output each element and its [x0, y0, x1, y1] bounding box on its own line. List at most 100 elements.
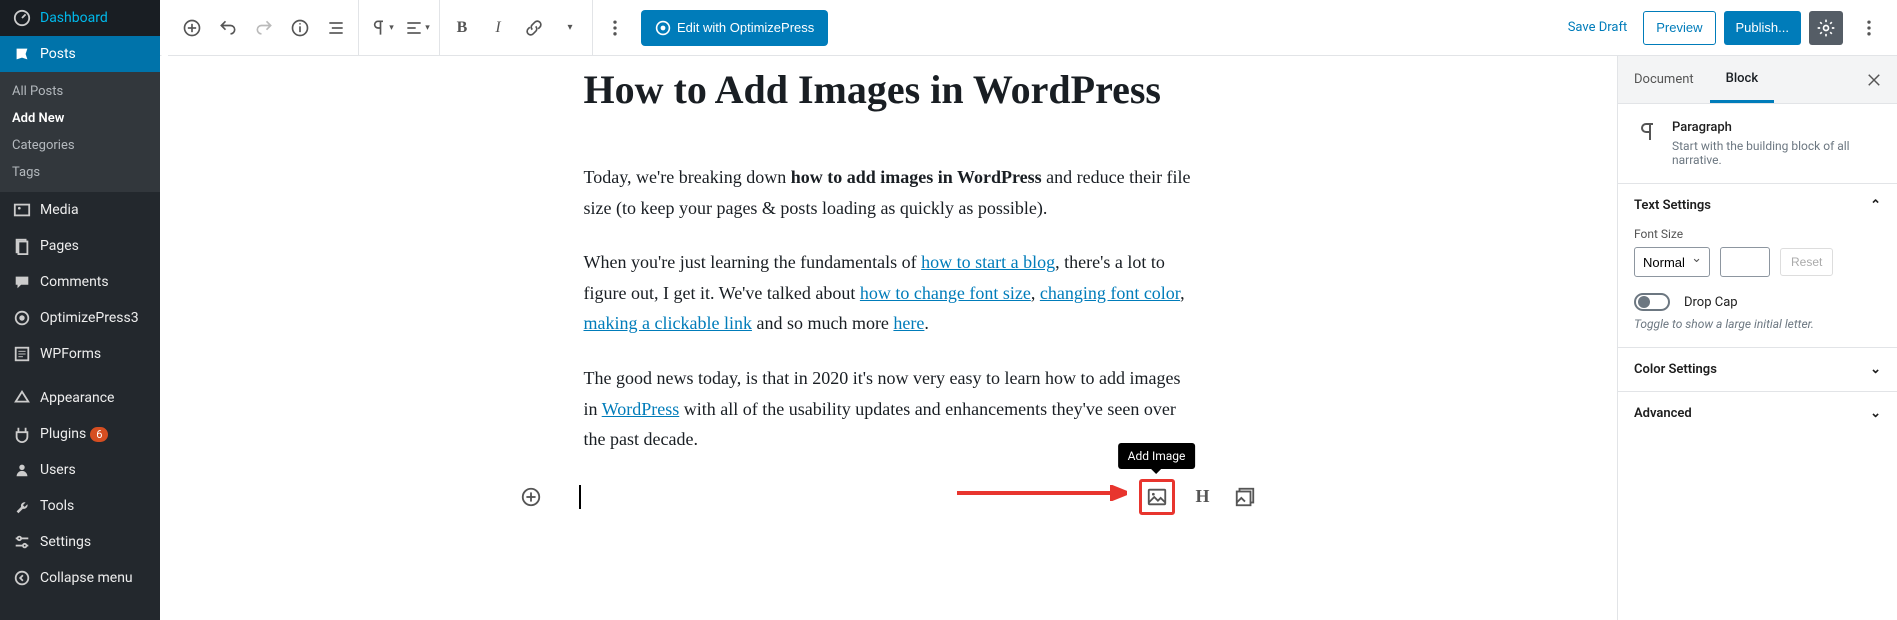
add-image-block-button[interactable] [1139, 479, 1175, 515]
drop-cap-label: Drop Cap [1684, 295, 1738, 310]
link-button[interactable] [516, 10, 552, 46]
block-name: Paragraph [1672, 120, 1881, 135]
sidebar-item-media[interactable]: Media [0, 192, 160, 228]
settings-gear-button[interactable] [1809, 11, 1843, 45]
sidebar-label: Posts [40, 46, 76, 62]
optimizepress-logo-icon [655, 20, 671, 36]
sidebar-item-plugins[interactable]: Plugins 6 [0, 416, 160, 452]
plugins-update-count: 6 [90, 427, 108, 442]
sidebar-item-tools[interactable]: Tools [0, 488, 160, 524]
outline-button[interactable] [318, 10, 354, 46]
font-size-reset-button[interactable]: Reset [1780, 248, 1833, 276]
add-gallery-block-button[interactable] [1231, 483, 1259, 511]
sidebar-label: Tools [40, 498, 74, 514]
appearance-icon [12, 388, 32, 408]
sidebar-item-settings[interactable]: Settings [0, 524, 160, 560]
block-appender-row: Add Image H [519, 479, 1259, 515]
link[interactable]: how to change font size [860, 283, 1031, 303]
paragraph-type-button[interactable]: ▾ [363, 10, 399, 46]
sidebar-submenu-posts: All Posts Add New Categories Tags [0, 72, 160, 192]
sidebar-item-appearance[interactable]: Appearance [0, 380, 160, 416]
sidebar-label: Media [40, 202, 79, 218]
italic-button[interactable]: I [480, 10, 516, 46]
sidebar-sub-tags[interactable]: Tags [0, 159, 160, 186]
align-button[interactable]: ▾ [399, 10, 435, 46]
settings-sliders-icon [12, 532, 32, 552]
paragraph-block[interactable]: Today, we're breaking down how to add im… [584, 162, 1194, 223]
editor-toolbar: ▾ ▾ B I ▾ Edit with OptimizePress Save D… [160, 0, 1897, 56]
sidebar-collapse[interactable]: Collapse menu [0, 560, 160, 596]
paragraph-block[interactable]: When you're just learning the fundamenta… [584, 247, 1194, 339]
tools-icon [12, 496, 32, 516]
optimizepress-icon [12, 308, 32, 328]
media-icon [12, 200, 32, 220]
sidebar-label: Collapse menu [40, 570, 133, 586]
add-image-tooltip: Add Image [1118, 443, 1196, 469]
edit-with-optimizepress-button[interactable]: Edit with OptimizePress [641, 10, 828, 46]
more-options-button[interactable] [597, 10, 633, 46]
post-title[interactable]: How to Add Images in WordPress [584, 66, 1194, 114]
sidebar-item-users[interactable]: Users [0, 452, 160, 488]
sidebar-sub-add-new[interactable]: Add New [0, 105, 160, 132]
users-icon [12, 460, 32, 480]
tab-document[interactable]: Document [1618, 56, 1710, 103]
more-menu-button[interactable] [1851, 10, 1887, 46]
sidebar-item-optimizepress[interactable]: OptimizePress3 [0, 300, 160, 336]
sidebar-label: Dashboard [40, 10, 108, 26]
drop-cap-toggle[interactable] [1634, 293, 1670, 311]
preview-button[interactable]: Preview [1643, 11, 1715, 45]
plugins-icon [12, 424, 32, 444]
link[interactable]: WordPress [602, 399, 680, 419]
sidebar-label: Comments [40, 274, 109, 290]
sidebar-label: Users [40, 462, 76, 478]
inspector-tabs: Document Block [1618, 56, 1897, 104]
dashboard-icon [12, 8, 32, 28]
editor-canvas: How to Add Images in WordPress Today, we… [160, 56, 1617, 575]
settings-sidebar: Document Block Paragraph Start with the … [1617, 56, 1897, 620]
publish-button[interactable]: Publish... [1724, 11, 1801, 45]
chevron-down-icon: ⌄ [1870, 362, 1881, 377]
text-cursor [579, 485, 581, 509]
bold-button[interactable]: B [444, 10, 480, 46]
sidebar-item-dashboard[interactable]: Dashboard [0, 0, 160, 36]
sidebar-sub-categories[interactable]: Categories [0, 132, 160, 159]
more-rich-text-button[interactable]: ▾ [552, 10, 588, 46]
add-block-button[interactable] [174, 10, 210, 46]
sidebar-item-posts[interactable]: Posts [0, 36, 160, 72]
sidebar-item-comments[interactable]: Comments [0, 264, 160, 300]
undo-button[interactable] [210, 10, 246, 46]
paragraph-block[interactable]: The good news today, is that in 2020 it'… [584, 363, 1194, 455]
info-button[interactable] [282, 10, 318, 46]
redo-button[interactable] [246, 10, 282, 46]
sidebar-label: WPForms [40, 346, 101, 362]
sidebar-sub-all-posts[interactable]: All Posts [0, 78, 160, 105]
text-settings-panel-toggle[interactable]: Text Settings ⌃ [1618, 184, 1897, 227]
collapse-icon [12, 568, 32, 588]
close-inspector-button[interactable] [1851, 71, 1897, 89]
block-description-text: Start with the building block of all nar… [1672, 139, 1881, 167]
pages-icon [12, 236, 32, 256]
advanced-panel-toggle[interactable]: Advanced ⌄ [1618, 392, 1897, 435]
link[interactable]: here [893, 313, 924, 333]
link[interactable]: how to start a blog [921, 252, 1055, 272]
font-size-select[interactable]: Normal [1634, 247, 1710, 277]
sidebar-label: Pages [40, 238, 79, 254]
save-draft-button[interactable]: Save Draft [1560, 20, 1636, 35]
link[interactable]: making a clickable link [584, 313, 752, 333]
insert-block-button[interactable] [519, 485, 543, 509]
sidebar-label: OptimizePress3 [40, 310, 139, 326]
pushpin-icon [12, 44, 32, 64]
tab-block[interactable]: Block [1710, 56, 1774, 103]
comments-icon [12, 272, 32, 292]
drop-cap-hint: Toggle to show a large initial letter. [1634, 317, 1881, 331]
font-size-input[interactable] [1720, 247, 1770, 277]
sidebar-item-wpforms[interactable]: WPForms [0, 336, 160, 372]
color-settings-panel-toggle[interactable]: Color Settings ⌄ [1618, 348, 1897, 391]
chevron-up-icon: ⌃ [1870, 198, 1881, 213]
add-heading-block-button[interactable]: H [1189, 483, 1217, 511]
sidebar-item-pages[interactable]: Pages [0, 228, 160, 264]
button-label: Edit with OptimizePress [677, 20, 814, 35]
wpforms-icon [12, 344, 32, 364]
link[interactable]: changing font color [1040, 283, 1180, 303]
admin-sidebar: Dashboard Posts All Posts Add New Catego… [0, 0, 160, 620]
